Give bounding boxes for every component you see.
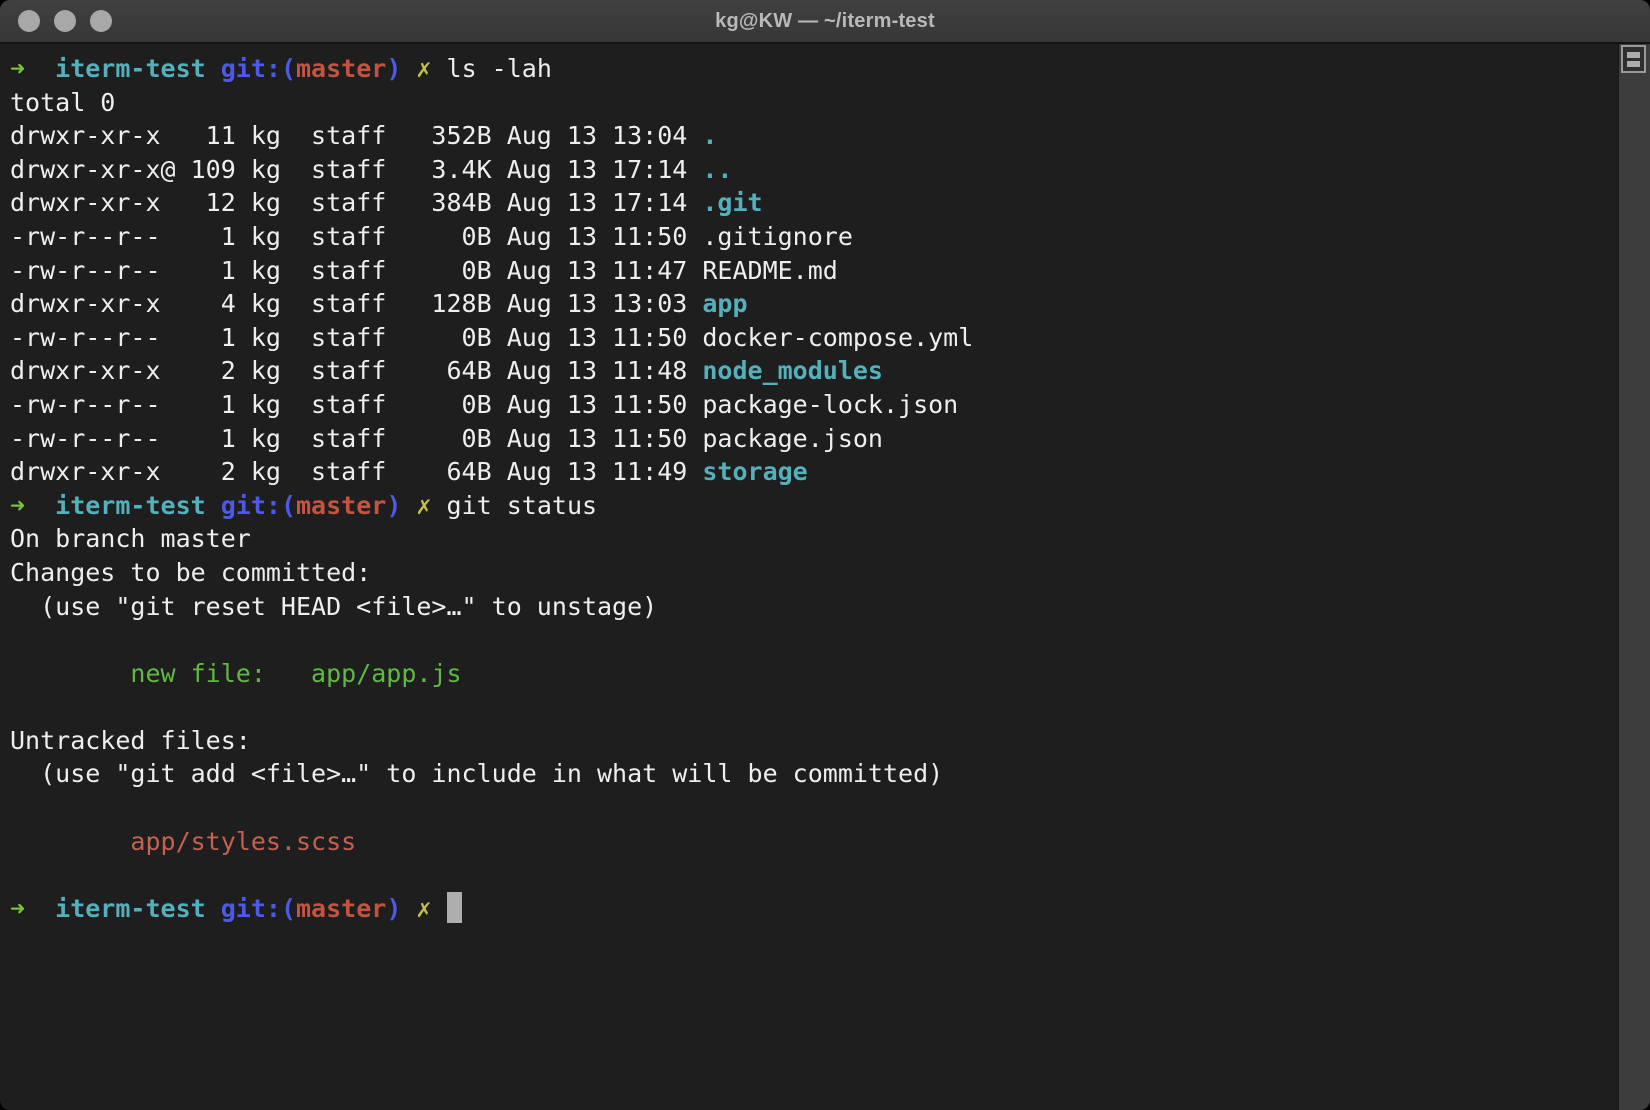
text-segment: drwxr-xr-x 12 kg staff 384B Aug 13 17:14 [10,188,702,217]
terminal-line [10,858,1619,892]
terminal-line: drwxr-xr-x 12 kg staff 384B Aug 13 17:14… [10,186,1619,220]
text-segment: ls -lah [447,54,552,83]
text-segment [10,827,130,856]
text-segment: drwxr-xr-x@ 109 kg staff 3.4K Aug 13 17:… [10,155,702,184]
terminal-line: (use "git reset HEAD <file>…" to unstage… [10,590,1619,624]
text-segment: -rw-r--r-- 1 kg staff 0B Aug 13 11:50 do… [10,323,973,352]
text-segment: master [296,894,386,923]
text-segment: ✗ [416,894,446,923]
text-segment: ➜ [10,54,55,83]
text-segment: -rw-r--r-- 1 kg staff 0B Aug 13 11:50 pa… [10,424,883,453]
terminal-line: ➜ iterm-test git:(master) ✗ [10,892,1619,926]
text-segment: -rw-r--r-- 1 kg staff 0B Aug 13 11:50 .g… [10,222,853,251]
terminal-line: drwxr-xr-x 2 kg staff 64B Aug 13 11:48 n… [10,354,1619,388]
text-segment: -rw-r--r-- 1 kg staff 0B Aug 13 11:50 pa… [10,390,958,419]
terminal-line: app/styles.scss [10,825,1619,859]
titlebar[interactable]: kg@KW — ~/iterm-test [0,0,1650,44]
terminal-line: Untracked files: [10,724,1619,758]
text-segment: . [702,121,717,150]
terminal-line: -rw-r--r-- 1 kg staff 0B Aug 13 11:50 pa… [10,422,1619,456]
text-segment: (use "git add <file>…" to include in wha… [10,759,943,788]
terminal-line: Changes to be committed: [10,556,1619,590]
text-segment [10,659,130,688]
text-segment: app/styles.scss [130,827,356,856]
text-segment: git:( [221,54,296,83]
window-title: kg@KW — ~/iterm-test [0,0,1650,42]
text-segment: drwxr-xr-x 11 kg staff 352B Aug 13 13:04 [10,121,702,150]
window-shade-icon [1627,52,1640,58]
terminal-line: drwxr-xr-x 11 kg staff 352B Aug 13 13:04… [10,119,1619,153]
scrollbar-track[interactable] [1618,44,1650,1110]
terminal-window: kg@KW — ~/iterm-test ➜ iterm-test git:(m… [0,0,1650,1110]
text-segment: ➜ [10,894,55,923]
terminal-line: new file: app/app.js [10,657,1619,691]
text-segment: ✗ [416,491,446,520]
text-segment: iterm-test [55,491,221,520]
text-segment: iterm-test [55,894,221,923]
terminal-line: -rw-r--r-- 1 kg staff 0B Aug 13 11:50 do… [10,321,1619,355]
terminal-line: drwxr-xr-x 2 kg staff 64B Aug 13 11:49 s… [10,455,1619,489]
text-segment: drwxr-xr-x 2 kg staff 64B Aug 13 11:48 [10,356,702,385]
text-segment: node_modules [702,356,883,385]
window-shade-icon [1627,61,1640,67]
terminal-line [10,623,1619,657]
terminal-cursor [447,892,462,923]
terminal-line: (use "git add <file>…" to include in wha… [10,757,1619,791]
text-segment: git:( [221,894,296,923]
text-segment: ) [386,54,416,83]
terminal-screen[interactable]: ➜ iterm-test git:(master) ✗ ls -lahtotal… [0,44,1619,1110]
terminal-line: total 0 [10,86,1619,120]
terminal-line [10,690,1619,724]
scrollbar-button[interactable] [1621,45,1646,73]
terminal-line: drwxr-xr-x@ 109 kg staff 3.4K Aug 13 17:… [10,153,1619,187]
text-segment: ) [386,894,416,923]
terminal-line: On branch master [10,522,1619,556]
text-segment: .git [702,188,762,217]
text-segment: storage [702,457,807,486]
text-segment: drwxr-xr-x 2 kg staff 64B Aug 13 11:49 [10,457,702,486]
text-segment: (use "git reset HEAD <file>…" to unstage… [10,592,657,621]
terminal-line: drwxr-xr-x 4 kg staff 128B Aug 13 13:03 … [10,287,1619,321]
text-segment: master [296,54,386,83]
terminal-line: ➜ iterm-test git:(master) ✗ ls -lah [10,52,1619,86]
terminal-line: -rw-r--r-- 1 kg staff 0B Aug 13 11:47 RE… [10,254,1619,288]
terminal-line: -rw-r--r-- 1 kg staff 0B Aug 13 11:50 .g… [10,220,1619,254]
text-segment: Untracked files: [10,726,251,755]
text-segment: git:( [221,491,296,520]
text-segment: new file: app/app.js [130,659,461,688]
text-segment: -rw-r--r-- 1 kg staff 0B Aug 13 11:47 RE… [10,256,838,285]
terminal-line: -rw-r--r-- 1 kg staff 0B Aug 13 11:50 pa… [10,388,1619,422]
text-segment: Changes to be committed: [10,558,371,587]
text-segment: ✗ [416,54,446,83]
terminal-line [10,791,1619,825]
text-segment: app [702,289,747,318]
text-segment: total 0 [10,88,115,117]
text-segment: ➜ [10,491,55,520]
text-segment: iterm-test [55,54,221,83]
text-segment: ) [386,491,416,520]
text-segment: master [296,491,386,520]
text-segment: drwxr-xr-x 4 kg staff 128B Aug 13 13:03 [10,289,702,318]
text-segment: git status [447,491,598,520]
text-segment: On branch master [10,524,251,553]
text-segment: .. [702,155,732,184]
terminal-line: ➜ iterm-test git:(master) ✗ git status [10,489,1619,523]
